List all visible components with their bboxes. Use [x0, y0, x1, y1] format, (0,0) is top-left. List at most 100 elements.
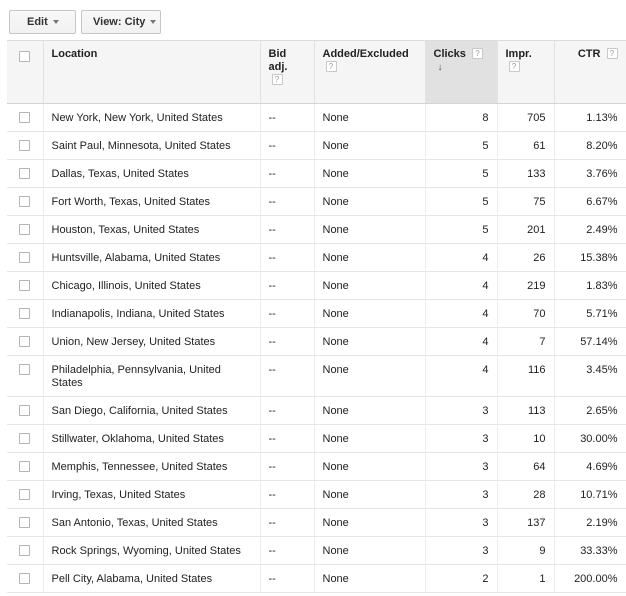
- header-ctr[interactable]: CTR ?: [554, 40, 626, 104]
- row-select-cell: [7, 508, 44, 537]
- clicks-cell: 3: [425, 396, 498, 425]
- row-checkbox[interactable]: [19, 252, 31, 263]
- row-checkbox[interactable]: [19, 196, 31, 207]
- header-impr-label: Impr.: [505, 48, 532, 60]
- help-icon[interactable]: ?: [471, 48, 483, 59]
- ctr-cell: 4.69%: [554, 452, 626, 481]
- header-impr[interactable]: Impr. ?: [497, 40, 555, 104]
- row-select-cell: [7, 299, 44, 328]
- row-select-cell: [7, 564, 44, 593]
- table-row: Philadelphia, Pennsylvania, United State…: [7, 355, 626, 397]
- bid-adj-cell: --: [260, 355, 315, 397]
- row-checkbox[interactable]: [19, 573, 31, 584]
- bid-adj-cell: --: [260, 564, 315, 593]
- clicks-cell: 5: [425, 131, 498, 160]
- bid-adj-cell: --: [260, 271, 315, 300]
- view-button-label: View: City: [93, 16, 146, 28]
- ctr-cell: 8.20%: [554, 131, 626, 160]
- row-checkbox[interactable]: [19, 280, 31, 291]
- location-cell: Memphis, Tennessee, United States: [43, 452, 261, 481]
- added-excluded-cell: None: [314, 424, 426, 453]
- row-select-cell: [7, 215, 44, 244]
- added-excluded-cell: None: [314, 480, 426, 509]
- table-row: Fort Worth, Texas, United States -- None 5 7…: [7, 187, 626, 216]
- select-all-checkbox[interactable]: [19, 51, 31, 62]
- impr-cell: 28: [497, 480, 555, 509]
- clicks-cell: 5: [425, 187, 498, 216]
- row-select-cell: [7, 452, 44, 481]
- location-cell: Rock Springs, Wyoming, United States: [43, 536, 261, 565]
- help-icon[interactable]: ?: [325, 61, 337, 72]
- table-row: Indianapolis, Indiana, United States -- No…: [7, 299, 626, 328]
- row-checkbox[interactable]: [19, 364, 31, 375]
- row-checkbox[interactable]: [19, 308, 31, 319]
- impr-cell: 705: [497, 103, 555, 132]
- header-bid-adj-label: Bid adj.: [268, 48, 288, 73]
- row-checkbox[interactable]: [19, 517, 31, 528]
- row-checkbox[interactable]: [19, 336, 31, 347]
- row-checkbox[interactable]: [19, 489, 31, 500]
- location-cell: Indianapolis, Indiana, United States: [43, 299, 261, 328]
- row-select-cell: [7, 159, 44, 188]
- bid-adj-cell: --: [260, 452, 315, 481]
- impr-cell: 137: [497, 508, 555, 537]
- row-select-cell: [7, 536, 44, 565]
- bid-adj-cell: --: [260, 299, 315, 328]
- help-icon[interactable]: ?: [508, 61, 520, 72]
- row-checkbox[interactable]: [19, 224, 31, 235]
- bid-adj-cell: --: [260, 103, 315, 132]
- table-row: Huntsville, Alabama, United States -- None…: [7, 243, 626, 272]
- impr-cell: 26: [497, 243, 555, 272]
- chevron-down-icon: [52, 20, 59, 24]
- row-checkbox[interactable]: [19, 405, 31, 416]
- location-cell: San Diego, California, United States: [43, 396, 261, 425]
- ctr-cell: 2.19%: [554, 508, 626, 537]
- sort-descending-icon: ↓: [437, 62, 443, 73]
- clicks-cell: 4: [425, 243, 498, 272]
- ctr-cell: 33.33%: [554, 536, 626, 565]
- help-icon[interactable]: ?: [606, 48, 618, 59]
- impr-cell: 219: [497, 271, 555, 300]
- header-clicks[interactable]: Clicks ? ↓: [425, 40, 498, 104]
- location-cell: New York, New York, United States: [43, 103, 261, 132]
- row-select-cell: [7, 424, 44, 453]
- ctr-cell: 5.71%: [554, 299, 626, 328]
- row-checkbox[interactable]: [19, 433, 31, 444]
- ctr-cell: 57.14%: [554, 327, 626, 356]
- row-select-cell: [7, 131, 44, 160]
- header-bid-adj[interactable]: Bid adj. ?: [260, 40, 315, 104]
- edit-button-label: Edit: [27, 16, 48, 28]
- table-row: Saint Paul, Minnesota, United States -- No…: [7, 131, 626, 160]
- row-checkbox[interactable]: [19, 461, 31, 472]
- row-select-cell: [7, 480, 44, 509]
- header-added-excluded[interactable]: Added/Excluded ?: [314, 40, 426, 104]
- bid-adj-cell: --: [260, 215, 315, 244]
- ctr-cell: 2.65%: [554, 396, 626, 425]
- ctr-cell: 10.71%: [554, 480, 626, 509]
- header-location[interactable]: Location: [43, 40, 261, 104]
- ctr-cell: 2.49%: [554, 215, 626, 244]
- ctr-cell: 1.83%: [554, 271, 626, 300]
- bid-adj-cell: --: [260, 480, 315, 509]
- impr-cell: 116: [497, 355, 555, 397]
- row-checkbox[interactable]: [19, 168, 31, 179]
- edit-button[interactable]: Edit: [9, 10, 76, 34]
- row-checkbox[interactable]: [19, 545, 31, 556]
- header-location-label: Location: [51, 48, 98, 60]
- row-checkbox[interactable]: [19, 112, 31, 123]
- impr-cell: 61: [497, 131, 555, 160]
- ctr-cell: 200.00%: [554, 564, 626, 593]
- select-all-cell: [7, 40, 44, 104]
- row-checkbox[interactable]: [19, 140, 31, 151]
- row-select-cell: [7, 327, 44, 356]
- added-excluded-cell: None: [314, 103, 426, 132]
- view-button[interactable]: View: City: [81, 10, 161, 34]
- location-cell: Pell City, Alabama, United States: [43, 564, 261, 593]
- added-excluded-cell: None: [314, 508, 426, 537]
- location-cell: Union, New Jersey, United States: [43, 327, 261, 356]
- row-select-cell: [7, 243, 44, 272]
- row-select-cell: [7, 187, 44, 216]
- added-excluded-cell: None: [314, 131, 426, 160]
- row-select-cell: [7, 355, 44, 397]
- help-icon[interactable]: ?: [271, 74, 283, 85]
